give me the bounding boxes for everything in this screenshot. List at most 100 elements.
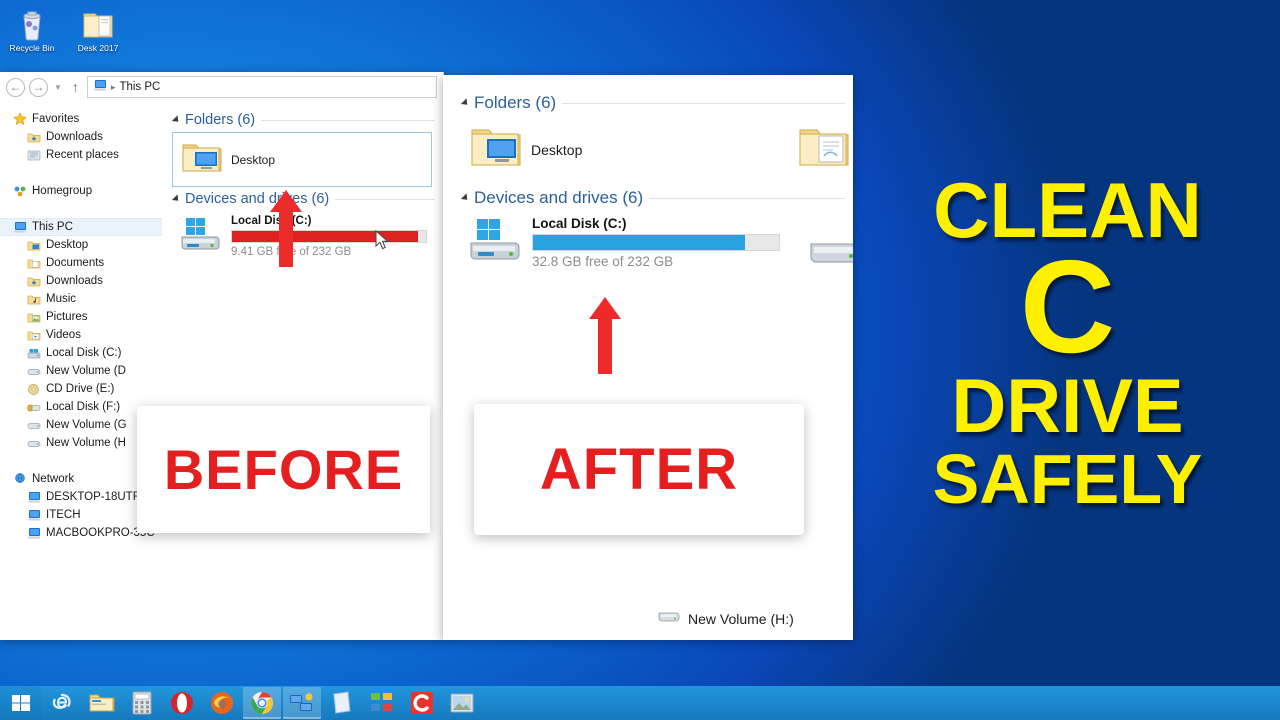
address-bar[interactable]: ← → ▼ ↑ ▸ This PC <box>0 72 443 102</box>
drive-free-text: 9.41 GB free of 232 GB <box>231 246 352 258</box>
chevron-down-icon[interactable]: ▼ <box>52 83 64 92</box>
sidebar-item-downloads[interactable]: Downloads <box>0 128 162 146</box>
taskbar[interactable] <box>0 686 1280 720</box>
folder-tile-label: Desktop <box>231 152 276 167</box>
breadcrumb[interactable]: ▸ This PC <box>86 76 437 98</box>
nav-group-favorites: Favorites Downloads Recent places <box>0 110 162 164</box>
section-header-folders[interactable]: Folders (6) <box>460 93 853 113</box>
section-header-devices[interactable]: Devices and drives (6) <box>171 191 443 207</box>
taskbar-chrome[interactable] <box>243 687 281 719</box>
drive-tile-local-disk-c[interactable]: Local Disk (C:) 9.41 GB free of 232 GB <box>172 211 443 264</box>
sidebar-item-homegroup[interactable]: Homegroup <box>0 182 162 200</box>
firefox-icon <box>211 692 233 714</box>
computer-icon <box>26 526 41 541</box>
downloads-folder-icon <box>26 274 41 289</box>
taskbar-internet-explorer[interactable] <box>43 687 81 719</box>
chevron-down-icon[interactable] <box>171 115 182 125</box>
videos-folder-icon <box>26 328 41 343</box>
folder-tiles: Desktop <box>461 117 853 182</box>
drive-icon <box>26 364 41 379</box>
vmware-icon <box>371 693 392 711</box>
recent-places-icon <box>26 148 41 163</box>
divider <box>562 102 845 104</box>
section-header-devices[interactable]: Devices and drives (6) <box>460 188 853 208</box>
sidebar-item-new-volume-d[interactable]: New Volume (D <box>0 362 162 380</box>
drive-usage-bar <box>231 230 427 243</box>
desktop-icons: Recycle Bin Desk 2017 <box>4 4 126 53</box>
taskbar-notepad[interactable] <box>323 687 361 719</box>
music-folder-icon <box>26 292 41 307</box>
chevron-down-icon[interactable] <box>171 194 182 204</box>
sidebar-item-label: Downloads <box>46 275 103 287</box>
drive-tile-partial[interactable] <box>807 212 853 279</box>
sidebar-item-label: Music <box>46 293 77 305</box>
explorer-window-before[interactable]: ← → ▼ ↑ ▸ This PC Favorites Downloads Re… <box>0 72 444 640</box>
desktop-icon-desk-2017[interactable]: Desk 2017 <box>70 4 126 53</box>
section-header-folders[interactable]: Folders (6) <box>171 112 443 128</box>
sidebar-item-cd-drive-e[interactable]: CD Drive (E:) <box>0 380 162 398</box>
notepad-icon <box>333 691 351 714</box>
content-pane-after[interactable]: Folders (6) Desktop Devices and drives (… <box>443 75 853 640</box>
sidebar-item-label: Pictures <box>46 311 88 323</box>
drive-tiles: Local Disk (C:) 32.8 GB free of 232 GB <box>461 212 853 279</box>
cd-drive-icon <box>26 382 41 397</box>
this-pc-icon <box>12 220 27 235</box>
sidebar-item-label: Homegroup <box>32 185 93 197</box>
drive-icon <box>807 243 853 278</box>
folder-icon <box>70 4 126 44</box>
system-drive-icon <box>26 346 41 361</box>
start-button[interactable] <box>0 686 42 720</box>
sidebar-item-pictures[interactable]: Pictures <box>0 308 162 326</box>
sidebar-item-videos[interactable]: Videos <box>0 326 162 344</box>
opera-icon <box>171 692 193 714</box>
back-icon[interactable]: ← <box>6 77 25 97</box>
sidebar-item-label: Recent places <box>46 149 119 161</box>
folder-tile-desktop[interactable]: Desktop <box>172 132 432 187</box>
usb-drive-icon <box>26 400 41 415</box>
desktop-icon-recycle-bin[interactable]: Recycle Bin <box>4 4 60 53</box>
banner-line-drive: DRIVE <box>951 363 1184 449</box>
sidebar-item-label: Favorites <box>32 113 80 125</box>
taskbar-photo-viewer[interactable] <box>443 687 481 719</box>
forward-icon[interactable]: → <box>29 77 48 97</box>
sidebar-item-label: Documents <box>46 257 105 269</box>
promo-banner: CLEAN C DRIVE SAFELY <box>855 0 1280 686</box>
sidebar-item-favorites[interactable]: Favorites <box>0 110 162 128</box>
sidebar-item-documents[interactable]: Documents <box>0 254 162 272</box>
drive-item-label: New Volume (H:) <box>688 610 794 627</box>
section-title: Devices and drives (6) <box>185 191 330 207</box>
this-pc-icon <box>93 79 107 95</box>
sidebar-item-music[interactable]: Music <box>0 290 162 308</box>
network-icon <box>12 472 27 487</box>
section-title: Devices and drives (6) <box>474 188 644 207</box>
folder-tile-desktop[interactable]: Desktop <box>461 117 590 182</box>
calculator-icon <box>132 691 152 715</box>
navigation-pane[interactable]: Favorites Downloads Recent places Homegr… <box>0 102 162 640</box>
drive-tile-local-disk-c[interactable]: Local Disk (C:) 32.8 GB free of 232 GB <box>461 212 786 275</box>
chevron-down-icon[interactable] <box>460 193 471 203</box>
sidebar-item-this-pc[interactable]: This PC <box>0 218 162 236</box>
drive-item-new-volume-h[interactable]: New Volume (H:) <box>658 609 794 628</box>
taskbar-calculator[interactable] <box>123 687 161 719</box>
up-icon[interactable]: ↑ <box>68 79 83 95</box>
section-title: Folders (6) <box>474 93 557 112</box>
taskbar-firefox[interactable] <box>203 687 241 719</box>
taskbar-c-app[interactable] <box>403 687 441 719</box>
taskbar-opera[interactable] <box>163 687 201 719</box>
chevron-down-icon[interactable] <box>460 98 471 108</box>
folder-tile-documents[interactable] <box>789 117 853 182</box>
content-pane-before[interactable]: Folders (6) Desktop Devices and drives (… <box>162 102 443 640</box>
desktop-folder-icon <box>469 123 523 176</box>
sidebar-item-downloads-pc[interactable]: Downloads <box>0 272 162 290</box>
taskbar-network-tool[interactable] <box>283 687 321 719</box>
windows-logo-icon <box>12 695 30 711</box>
sidebar-item-recent-places[interactable]: Recent places <box>0 146 162 164</box>
sidebar-item-desktop[interactable]: Desktop <box>0 236 162 254</box>
windows-drive-icon <box>467 216 523 271</box>
taskbar-vmware[interactable] <box>363 687 401 719</box>
banner-line-safely: SAFELY <box>932 439 1203 518</box>
sidebar-item-local-disk-c[interactable]: Local Disk (C:) <box>0 344 162 362</box>
explorer-window-after[interactable]: Folders (6) Desktop Devices and drives (… <box>443 75 853 640</box>
taskbar-file-explorer[interactable] <box>83 687 121 719</box>
downloads-folder-icon <box>26 130 41 145</box>
